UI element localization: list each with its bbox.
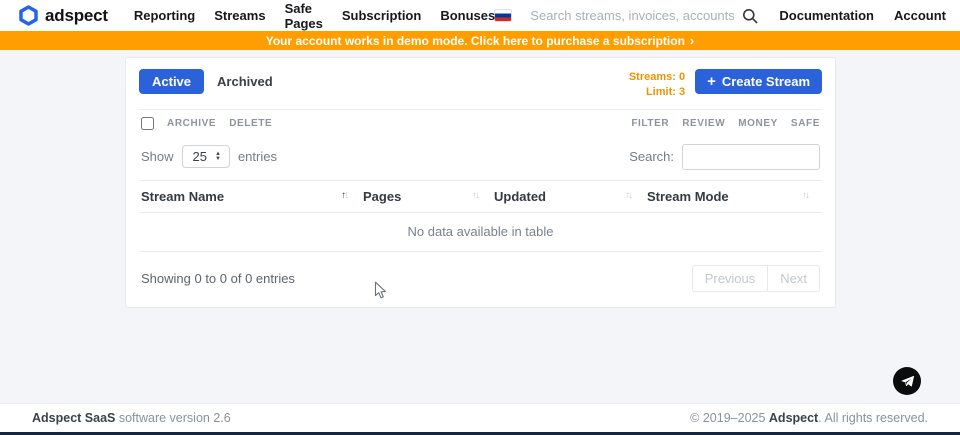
nav-item-bonuses[interactable]: Bonuses	[440, 8, 495, 23]
nav-item-reporting[interactable]: Reporting	[134, 8, 195, 23]
usage-limits: Streams: 0 Limit: 3	[629, 69, 685, 100]
create-stream-button[interactable]: + Create Stream	[695, 69, 822, 94]
streams-toolbar: Active Archived Streams: 0 Limit: 3 + Cr…	[139, 69, 822, 100]
global-search-input[interactable]	[530, 8, 736, 23]
length-label-suffix: entries	[238, 149, 277, 164]
previous-page-button[interactable]: Previous	[692, 265, 768, 292]
russian-flag-icon[interactable]	[495, 10, 511, 21]
filter-mode-review[interactable]: REVIEW	[682, 118, 725, 129]
footer-version-text: software version 2.6	[115, 411, 230, 425]
demo-mode-banner[interactable]: Your account works in demo mode. Click h…	[0, 31, 960, 50]
copyright-suffix: . All rights reserved.	[818, 411, 928, 425]
main-nav: Reporting Streams Safe Pages Subscriptio…	[134, 1, 495, 31]
page-length-value: 25	[193, 149, 207, 164]
select-arrows-icon: ▲▼	[215, 152, 221, 162]
copyright-brand: Adspect	[769, 411, 818, 425]
nav-item-safe-pages[interactable]: Safe Pages	[285, 1, 323, 31]
bulk-archive-button[interactable]: ARCHIVE	[167, 118, 216, 129]
tab-active[interactable]: Active	[139, 69, 204, 94]
page-footer: Adspect SaaS software version 2.6 © 2019…	[0, 403, 960, 432]
table-controls: Show 25 ▲▼ entries Search:	[139, 136, 822, 180]
table-search-label: Search:	[629, 149, 674, 164]
nav-item-account[interactable]: Account	[894, 8, 946, 23]
demo-banner-text: Your account works in demo mode. Click h…	[266, 34, 685, 48]
sort-icon: ↑↓	[341, 189, 347, 201]
footer-version: Adspect SaaS software version 2.6	[32, 411, 231, 425]
filter-mode-filter[interactable]: FILTER	[631, 118, 669, 129]
column-header-stream-name[interactable]: ↑↓ Stream Name	[139, 180, 361, 212]
filter-mode-safe[interactable]: SAFE	[791, 118, 820, 129]
empty-table-message: No data available in table	[139, 212, 822, 251]
sort-icon: ↑↓	[625, 189, 631, 201]
telegram-button[interactable]	[893, 367, 921, 395]
sort-icon: ↑↓	[472, 189, 478, 201]
nav-item-streams[interactable]: Streams	[214, 8, 265, 23]
streams-limit: Limit: 3	[629, 85, 685, 100]
footer-product-name: Adspect SaaS	[32, 411, 115, 425]
search-icon[interactable]	[742, 8, 758, 24]
create-stream-label: Create Stream	[722, 74, 810, 89]
nav-item-documentation[interactable]: Documentation	[779, 8, 874, 23]
column-header-stream-mode[interactable]: ↑↓ Stream Mode	[645, 180, 822, 212]
nav-item-subscription[interactable]: Subscription	[342, 8, 421, 23]
hexagon-logo-icon	[18, 5, 39, 26]
pagination: Previous Next	[692, 265, 820, 292]
bulk-delete-button[interactable]: DELETE	[229, 118, 272, 129]
filter-mode-money[interactable]: MONEY	[738, 118, 778, 129]
select-all-checkbox[interactable]	[141, 117, 154, 130]
sort-icon: ↑↓	[802, 189, 808, 201]
column-header-pages[interactable]: ↑↓ Pages	[361, 180, 492, 212]
telegram-icon	[900, 374, 915, 389]
streams-count: Streams: 0	[629, 70, 685, 85]
table-footer: Showing 0 to 0 of 0 entries Previous Nex…	[139, 252, 822, 307]
adspect-logo[interactable]: adspect	[18, 5, 108, 26]
bulk-actions-bar: ARCHIVE DELETE FILTER REVIEW MONEY SAFE	[139, 109, 822, 136]
plus-icon: +	[707, 74, 716, 89]
top-navbar: adspect Reporting Streams Safe Pages Sub…	[0, 0, 960, 31]
table-empty-row: No data available in table	[139, 212, 822, 251]
brand-name: adspect	[45, 6, 108, 26]
length-label-prefix: Show	[141, 149, 174, 164]
quick-filters: FILTER REVIEW MONEY SAFE	[618, 118, 820, 129]
next-page-button[interactable]: Next	[767, 265, 820, 292]
copyright-years: © 2019–2025	[690, 411, 769, 425]
table-info: Showing 0 to 0 of 0 entries	[141, 271, 295, 286]
streams-table: ↑↓ Stream Name ↑↓ Pages ↑↓ Updated ↑↓ St…	[139, 180, 822, 252]
chevron-right-icon: ›	[690, 33, 694, 48]
tab-archived[interactable]: Archived	[204, 69, 286, 94]
page-length-select[interactable]: 25 ▲▼	[182, 145, 230, 168]
page-content: Active Archived Streams: 0 Limit: 3 + Cr…	[0, 50, 960, 404]
streams-card: Active Archived Streams: 0 Limit: 3 + Cr…	[125, 57, 836, 308]
column-header-updated[interactable]: ↑↓ Updated	[492, 180, 645, 212]
navbar-right: Documentation Account Sign Out	[495, 1, 960, 31]
table-search-input[interactable]	[682, 144, 820, 170]
footer-copyright: © 2019–2025 Adspect. All rights reserved…	[690, 411, 928, 425]
